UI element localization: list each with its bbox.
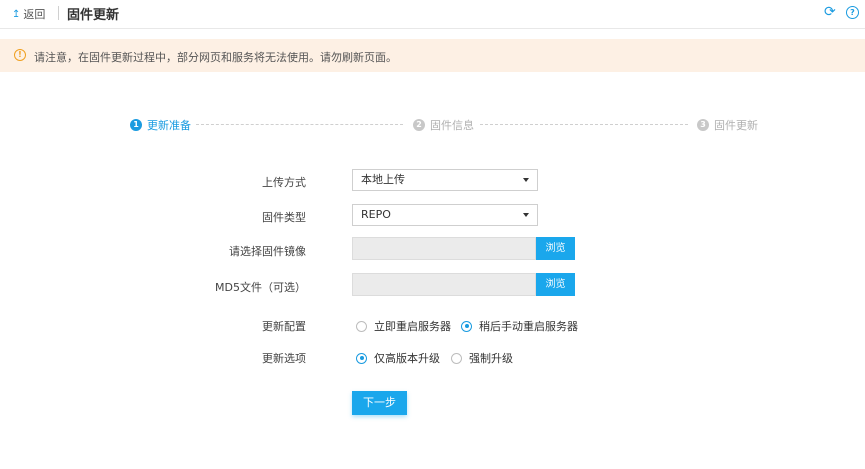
warning-icon: ! <box>14 49 26 61</box>
step-number: 2 <box>413 119 425 131</box>
radio-label: 稍后手动重启服务器 <box>479 320 578 333</box>
page-title: 固件更新 <box>67 8 120 23</box>
radio-restart-later[interactable]: 稍后手动重启服务器 <box>461 318 578 334</box>
firmware-type-label: 固件类型 <box>262 211 306 224</box>
step-3: 3 固件更新 <box>697 117 758 133</box>
radio-label: 强制升级 <box>469 352 513 365</box>
radio-restart-now[interactable]: 立即重启服务器 <box>356 318 451 334</box>
firmware-type-value: REPO <box>361 208 391 221</box>
header-bar: ↥ 返回 固件更新 ⟳ ? <box>0 0 865 29</box>
notice-banner: ! 请注意，在固件更新过程中，部分网页和服务将无法使用。请勿刷新页面。 <box>0 39 865 72</box>
md5-file-input[interactable] <box>352 273 536 296</box>
upload-method-label: 上传方式 <box>262 176 306 189</box>
radio-button[interactable] <box>356 352 367 364</box>
back-arrow-icon: ↥ <box>12 8 21 20</box>
step-number: 3 <box>697 119 709 131</box>
notice-text: 请注意，在固件更新过程中，部分网页和服务将无法使用。请勿刷新页面。 <box>34 51 397 64</box>
back-button[interactable]: ↥ 返回 <box>12 6 45 22</box>
radio-label: 仅高版本升级 <box>374 352 440 365</box>
radio-button[interactable] <box>356 320 367 332</box>
help-icon[interactable]: ? <box>846 6 859 19</box>
update-option-label: 更新选项 <box>262 352 306 365</box>
firmware-image-browse-button[interactable]: 浏览 <box>536 237 575 260</box>
radio-button[interactable] <box>461 320 472 332</box>
back-label: 返回 <box>23 8 46 21</box>
header-divider <box>58 6 59 20</box>
next-button[interactable]: 下一步 <box>352 391 407 415</box>
chevron-down-icon <box>523 178 529 182</box>
upload-method-value: 本地上传 <box>361 173 405 186</box>
md5-file-browse-button[interactable]: 浏览 <box>536 273 575 296</box>
firmware-image-label: 请选择固件镜像 <box>229 245 306 258</box>
radio-upgrade-higher-only[interactable]: 仅高版本升级 <box>356 350 440 366</box>
radio-button[interactable] <box>451 352 462 364</box>
step-connector <box>196 124 403 125</box>
step-1: 1 更新准备 <box>130 117 191 133</box>
update-config-label: 更新配置 <box>262 320 306 333</box>
md5-file-label: MD5文件（可选） <box>215 281 306 294</box>
firmware-image-input[interactable] <box>352 237 536 260</box>
upload-method-select[interactable]: 本地上传 <box>352 169 538 191</box>
firmware-type-select[interactable]: REPO <box>352 204 538 226</box>
step-connector <box>480 124 688 125</box>
step-2: 2 固件信息 <box>413 117 474 133</box>
radio-label: 立即重启服务器 <box>374 320 451 333</box>
step-label: 更新准备 <box>147 119 191 132</box>
step-label: 固件信息 <box>430 119 474 132</box>
chevron-down-icon <box>523 213 529 217</box>
refresh-icon[interactable]: ⟳ <box>824 4 836 20</box>
radio-force-upgrade[interactable]: 强制升级 <box>451 350 513 366</box>
step-label: 固件更新 <box>714 119 758 132</box>
step-number: 1 <box>130 119 142 131</box>
